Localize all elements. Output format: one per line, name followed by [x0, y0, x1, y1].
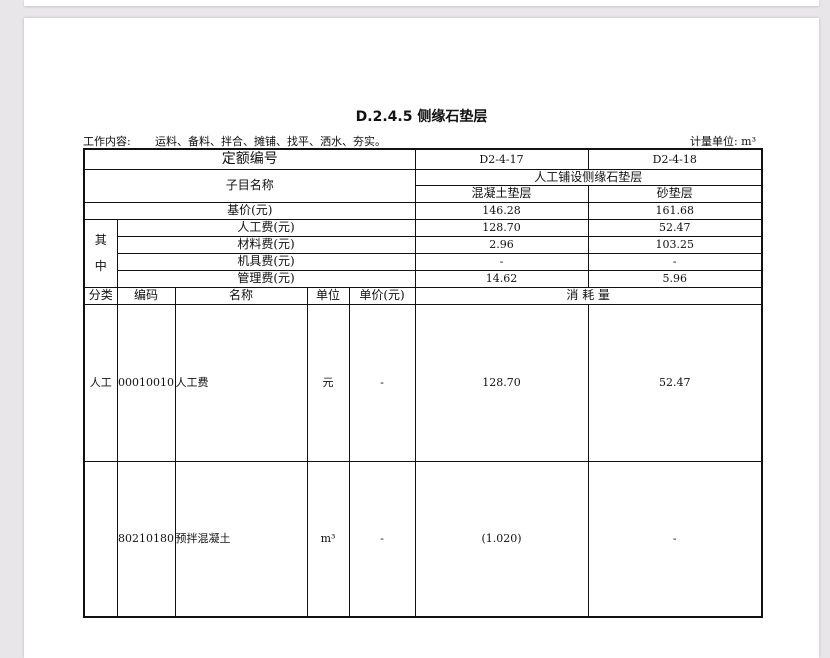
row-value-2: 52.47	[587, 303, 763, 462]
base-price-label: 基价(元)	[83, 201, 416, 220]
quota-code-2: D2-4-18	[587, 148, 763, 170]
col-consumption: 消 耗 量	[414, 286, 763, 305]
row-unit: m³	[306, 460, 350, 618]
quota-number-row: 定额编号 D2-4-17 D2-4-18	[83, 148, 763, 170]
quota-table: 定额编号 D2-4-17 D2-4-18 子目名称 人工铺设侧缘石垫层 混凝土垫…	[83, 148, 763, 618]
row-code: 00010010	[116, 303, 176, 462]
row-value-2: -	[587, 460, 763, 618]
base-price-2: 161.68	[587, 201, 763, 220]
col-name: 名称	[174, 286, 308, 305]
row-unit-price: -	[348, 303, 416, 462]
row-name: 预拌混凝土	[174, 460, 308, 618]
row-unit: 元	[306, 303, 350, 462]
material-row: 材料费(元) 2.96 103.25	[84, 235, 763, 254]
quota-number-label: 定额编号	[83, 148, 416, 170]
work-content-label: 工作内容:	[83, 135, 131, 148]
work-content-text: 运料、备料、拌合、摊铺、找平、洒水、夯实。	[155, 135, 386, 148]
mgmt-2: 5.96	[587, 269, 763, 288]
row-category: 人工	[83, 303, 118, 462]
mgmt-label: 管理费(元)	[116, 269, 416, 288]
material-1: 2.96	[414, 235, 589, 254]
material-2: 103.25	[587, 235, 763, 254]
col-category: 分类	[83, 286, 118, 305]
row-name: 人工费	[174, 303, 308, 462]
labor-row: 其 中 人工费(元) 128.70 52.47	[83, 218, 763, 288]
row-category	[83, 460, 118, 618]
detail-header-row: 分类 编码 名称 单位 单价(元) 消 耗 量	[83, 286, 763, 305]
previous-page-edge	[24, 0, 819, 6]
among-label: 其 中	[83, 218, 118, 288]
item-name-2: 砂垫层	[587, 184, 763, 203]
labor-2: 52.47	[587, 218, 763, 237]
item-name-1: 混凝土垫层	[414, 184, 589, 203]
labor-1: 128.70	[414, 218, 589, 237]
col-unit: 单位	[306, 286, 350, 305]
mgmt-row: 管理费(元) 14.62 5.96	[84, 269, 763, 288]
measurement-unit: 计量单位: m³	[689, 135, 756, 148]
item-name-label: 子目名称	[83, 168, 416, 203]
col-code: 编码	[116, 286, 176, 305]
base-price-1: 146.28	[414, 201, 589, 220]
group-name-row: 子目名称 人工铺设侧缘石垫层	[83, 168, 763, 203]
group-name: 人工铺设侧缘石垫层	[414, 168, 763, 186]
machine-2: -	[587, 252, 763, 271]
material-label: 材料费(元)	[116, 235, 416, 254]
machine-label: 机具费(元)	[116, 252, 416, 271]
table-row: 人工 00010010 人工费 元 - 128.70 52.47	[83, 303, 763, 462]
row-unit-price: -	[348, 460, 416, 618]
mgmt-1: 14.62	[414, 269, 589, 288]
labor-label: 人工费(元)	[116, 218, 416, 237]
document-page: D.2.4.5 侧缘石垫层 工作内容: 运料、备料、拌合、摊铺、找平、洒水、夯实…	[24, 18, 819, 658]
machine-1: -	[414, 252, 589, 271]
page-title: D.2.4.5 侧缘石垫层	[355, 109, 488, 125]
base-price-row: 基价(元) 146.28 161.68	[83, 201, 763, 220]
among-char-1: 其	[94, 233, 107, 247]
among-char-2: 中	[94, 259, 107, 273]
col-unit-price: 单价(元)	[348, 286, 416, 305]
row-value-1: (1.020)	[414, 460, 589, 618]
quota-code-1: D2-4-17	[414, 148, 589, 170]
row-value-1: 128.70	[414, 303, 589, 462]
table-row: 80210180 预拌混凝土 m³ - (1.020) -	[83, 460, 763, 618]
machine-row: 机具费(元) - -	[84, 252, 763, 271]
row-code: 80210180	[116, 460, 176, 618]
